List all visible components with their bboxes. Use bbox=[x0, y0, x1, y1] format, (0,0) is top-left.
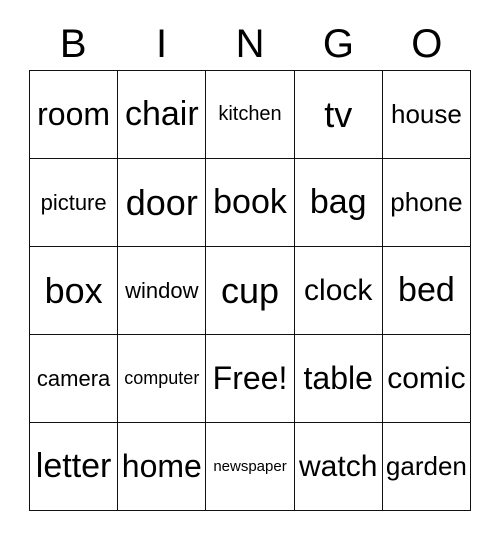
bingo-header-letter-g: G bbox=[322, 22, 354, 66]
bingo-cell[interactable]: bag bbox=[294, 159, 383, 247]
bingo-cell-label: door bbox=[125, 181, 198, 223]
bingo-grid: room chair kitchen tv house picture door… bbox=[29, 70, 472, 511]
bingo-cell-label: book bbox=[213, 182, 287, 221]
bingo-grid-row: picture door book bag phone bbox=[30, 159, 472, 247]
bingo-cell-label: computer bbox=[124, 368, 200, 389]
bingo-cell[interactable]: chair bbox=[118, 71, 207, 159]
bingo-cell-label: tv bbox=[324, 93, 353, 135]
bingo-cell[interactable]: phone bbox=[382, 159, 472, 247]
bingo-header-letter-n: N bbox=[235, 22, 265, 66]
bingo-cell-label: camera bbox=[36, 365, 111, 391]
bingo-cell-label: phone bbox=[390, 186, 463, 217]
bingo-cell[interactable]: newspaper bbox=[206, 423, 295, 511]
bingo-cell-label: window bbox=[125, 277, 199, 303]
bingo-cell[interactable]: door bbox=[118, 159, 207, 247]
bingo-header-letter-b: B bbox=[59, 22, 87, 66]
bingo-cell-label: letter bbox=[35, 446, 112, 485]
bingo-cell[interactable]: clock bbox=[294, 247, 383, 335]
bingo-cell-label: comic bbox=[387, 361, 466, 395]
bingo-cell[interactable]: house bbox=[382, 71, 472, 159]
bingo-cell[interactable]: book bbox=[206, 159, 295, 247]
bingo-grid-row: room chair kitchen tv house bbox=[30, 71, 472, 159]
bingo-cell[interactable]: window bbox=[118, 247, 207, 335]
bingo-cell[interactable]: cup bbox=[206, 247, 295, 335]
bingo-cell-label: garden bbox=[385, 450, 467, 481]
bingo-header-letter-i: I bbox=[156, 22, 168, 66]
bingo-cell[interactable]: bed bbox=[382, 247, 472, 335]
bingo-cell-label: room bbox=[37, 95, 111, 132]
bingo-cell[interactable]: kitchen bbox=[206, 71, 295, 159]
bingo-cell[interactable]: computer bbox=[118, 335, 207, 423]
bingo-free-space-label: Free! bbox=[212, 359, 288, 396]
bingo-cell[interactable]: camera bbox=[30, 335, 119, 423]
bingo-grid-row: box window cup clock bed bbox=[30, 247, 472, 335]
bingo-cell-label: bed bbox=[398, 270, 455, 309]
bingo-cell[interactable]: box bbox=[30, 247, 119, 335]
bingo-cell[interactable]: watch bbox=[294, 423, 383, 511]
bingo-cell-label: bag bbox=[309, 182, 367, 221]
bingo-cell[interactable]: home bbox=[118, 423, 207, 511]
bingo-header-letter-o: O bbox=[411, 22, 443, 66]
bingo-cell[interactable]: table bbox=[294, 335, 383, 423]
bingo-cell[interactable]: comic bbox=[382, 335, 472, 423]
bingo-cell-free-space[interactable]: Free! bbox=[206, 335, 295, 423]
bingo-cell-label: picture bbox=[40, 189, 107, 215]
bingo-cell-label: clock bbox=[304, 273, 373, 307]
bingo-cell-label: house bbox=[390, 98, 462, 129]
bingo-cell-label: newspaper bbox=[213, 457, 287, 475]
bingo-cell-label: cup bbox=[220, 269, 280, 311]
bingo-cell-label: box bbox=[44, 269, 103, 311]
bingo-cell-label: home bbox=[121, 447, 202, 484]
bingo-cell[interactable]: room bbox=[30, 71, 119, 159]
bingo-cell-label: table bbox=[303, 359, 373, 396]
bingo-cell-label: chair bbox=[124, 94, 199, 133]
bingo-cell[interactable]: tv bbox=[294, 71, 383, 159]
bingo-card: B I N G O room chair kitchen tv house pi… bbox=[29, 18, 472, 511]
bingo-cell-label: kitchen bbox=[218, 103, 282, 125]
bingo-grid-row: camera computer Free! table comic bbox=[30, 335, 472, 423]
bingo-cell[interactable]: letter bbox=[30, 423, 119, 511]
bingo-cell-label: watch bbox=[299, 449, 378, 483]
bingo-cell[interactable]: garden bbox=[382, 423, 472, 511]
bingo-grid-row: letter home newspaper watch garden bbox=[30, 423, 472, 511]
bingo-cell[interactable]: picture bbox=[30, 159, 119, 247]
bingo-header-row: B I N G O bbox=[29, 18, 471, 70]
